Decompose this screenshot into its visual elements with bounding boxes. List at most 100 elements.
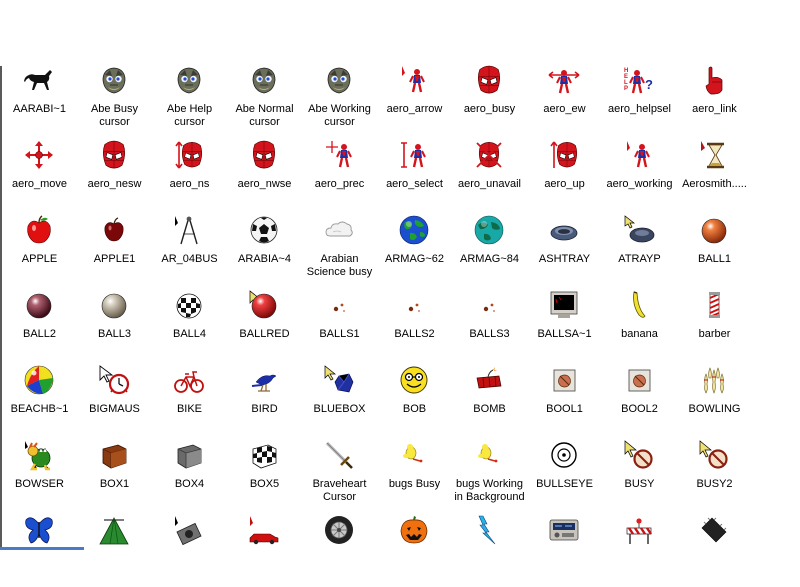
file-icon-item[interactable]: BEACHB~1 [2, 362, 77, 437]
alarm-clock-pointer-icon [99, 365, 130, 395]
file-icon-item[interactable]: BALLRED [227, 287, 302, 362]
file-icon-item[interactable]: BALLS1 [302, 287, 377, 362]
abe-head-icon [102, 67, 126, 94]
file-icon-item[interactable]: BALL4 [152, 287, 227, 362]
file-label: BLUEBOX [313, 403, 366, 415]
file-icon-item[interactable]: aero_ew [527, 62, 602, 137]
file-icon-item[interactable]: BOX4 [152, 437, 227, 512]
file-label: aero_ns [169, 178, 210, 190]
file-icon-item[interactable]: BOX1 [77, 437, 152, 512]
file-icon-item[interactable]: bugs Working in Background [452, 437, 527, 512]
file-icon-item[interactable]: BULLSEYE [527, 437, 602, 512]
file-label: ARMAG~62 [385, 253, 444, 265]
file-label: BALLRED [239, 328, 290, 340]
file-icon-item[interactable]: BIKE [152, 362, 227, 437]
file-icon-item[interactable]: Abe Help cursor [152, 62, 227, 137]
small-balls-icon [483, 303, 495, 312]
file-icon-item[interactable]: ASHTRAY [527, 212, 602, 287]
file-icon-item[interactable]: aero_select [377, 137, 452, 212]
file-icon-item[interactable]: bugs Busy [377, 437, 452, 512]
file-label: bugs Busy [388, 478, 441, 490]
file-icon-item[interactable]: Abe Busy cursor [77, 62, 152, 137]
file-icon-item[interactable]: BUSY [602, 437, 677, 512]
bowling-pins-icon [704, 367, 724, 394]
file-icon-item[interactable]: Abe Working cursor [302, 62, 377, 137]
file-icon-item[interactable]: BOWLING [677, 362, 752, 437]
teal-globe-icon [474, 215, 504, 245]
file-icon-item[interactable]: aero_arrow [377, 62, 452, 137]
smiley-glasses-icon [400, 366, 428, 394]
checker-box-icon [252, 444, 277, 469]
pumpkin-icon [400, 516, 428, 544]
sword-icon [325, 441, 353, 469]
file-icon-item[interactable]: aero_prec [302, 137, 377, 212]
file-icon-item[interactable]: BOOL1 [527, 362, 602, 437]
file-label: ATRAYP [618, 253, 661, 265]
blue-box-pointer-icon [324, 365, 354, 393]
file-icon-item[interactable]: aero_working [602, 137, 677, 212]
file-icon-item[interactable]: BALL2 [2, 287, 77, 362]
file-label: aero_select [386, 178, 443, 190]
file-icon-item[interactable]: BOMB [452, 362, 527, 437]
file-icon-item[interactable]: BALLS3 [452, 287, 527, 362]
file-icon-item[interactable]: BALLSA~1 [527, 287, 602, 362]
file-icon-item[interactable]: aero_busy [452, 62, 527, 137]
file-icon-item[interactable]: Braveheart Cursor [302, 437, 377, 512]
file-icon-item[interactable]: BIRD [227, 362, 302, 437]
file-icon-item[interactable]: BUSY2 [677, 437, 752, 512]
banana-icon [633, 291, 646, 318]
barber-pole-icon [709, 292, 720, 318]
file-icon-item[interactable]: BOWSER [2, 437, 77, 512]
hourglass-icon [701, 141, 724, 169]
move-arrows-icon [25, 141, 53, 169]
bowser-icon [25, 441, 51, 471]
file-icon-item[interactable]: ARABIA~4 [227, 212, 302, 287]
file-icon-item[interactable]: aero_up [527, 137, 602, 212]
file-label: barber [698, 328, 731, 340]
file-icon-item[interactable]: aero_move [2, 137, 77, 212]
file-label: aero_helpsel [608, 103, 671, 115]
file-label: BOOL2 [621, 403, 658, 415]
file-icon-item[interactable]: Arabian Science busy [302, 212, 377, 287]
file-label: Aerosmith..... [682, 178, 747, 190]
file-icon-item[interactable]: APPLE1 [77, 212, 152, 287]
spiderman-arrow-icon [402, 66, 425, 93]
file-icon-item[interactable]: ARMAG~62 [377, 212, 452, 287]
file-icon-item[interactable]: aero_nesw [77, 137, 152, 212]
chip-icon [701, 517, 727, 543]
file-icon-item[interactable]: Abe Normal cursor [227, 62, 302, 137]
file-icon-item[interactable]: aero_unavail [452, 137, 527, 212]
file-icon-item[interactable]: AR_04BUS [152, 212, 227, 287]
file-label: BUSY2 [696, 478, 733, 490]
file-icon-item[interactable]: BALLS2 [377, 287, 452, 362]
file-icon-item[interactable]: BALL1 [677, 212, 752, 287]
lightning-icon [478, 515, 496, 545]
file-icon-item[interactable]: AARABI~1 [2, 62, 77, 137]
file-icon-item[interactable]: banana [602, 287, 677, 362]
file-icon-item[interactable]: H E L P ? aero_helpsel [602, 62, 677, 137]
file-label: AR_04BUS [161, 253, 218, 265]
file-icon-item[interactable]: aero_link [677, 62, 752, 137]
file-icon-item[interactable]: BOOL2 [602, 362, 677, 437]
file-icon-item[interactable]: BOX5 [227, 437, 302, 512]
busy-circle-pointer-icon [699, 440, 728, 469]
file-icon-item[interactable]: aero_nwse [227, 137, 302, 212]
file-icon-item[interactable]: BIGMAUS [77, 362, 152, 437]
file-label: BALLSA~1 [537, 328, 592, 340]
file-icon-item[interactable]: BOB [377, 362, 452, 437]
bicycle-icon [174, 371, 204, 393]
file-icon-item[interactable]: BALL3 [77, 287, 152, 362]
file-icon-item[interactable]: ARMAG~84 [452, 212, 527, 287]
file-label: aero_nwse [237, 178, 292, 190]
spinner-box-icon [628, 369, 651, 392]
file-icon-item[interactable]: Aerosmith..... [677, 137, 752, 212]
file-icon-item[interactable]: aero_ns [152, 137, 227, 212]
file-icon-item[interactable]: barber [677, 287, 752, 362]
orange-ball-icon [701, 218, 727, 244]
file-label: BOB [402, 403, 427, 415]
file-icon-item[interactable]: APPLE [2, 212, 77, 287]
file-icon-item[interactable]: ATRAYP [602, 212, 677, 287]
brown-box-icon [102, 444, 127, 469]
file-label: BOOL1 [546, 403, 583, 415]
file-icon-item[interactable]: BLUEBOX [302, 362, 377, 437]
